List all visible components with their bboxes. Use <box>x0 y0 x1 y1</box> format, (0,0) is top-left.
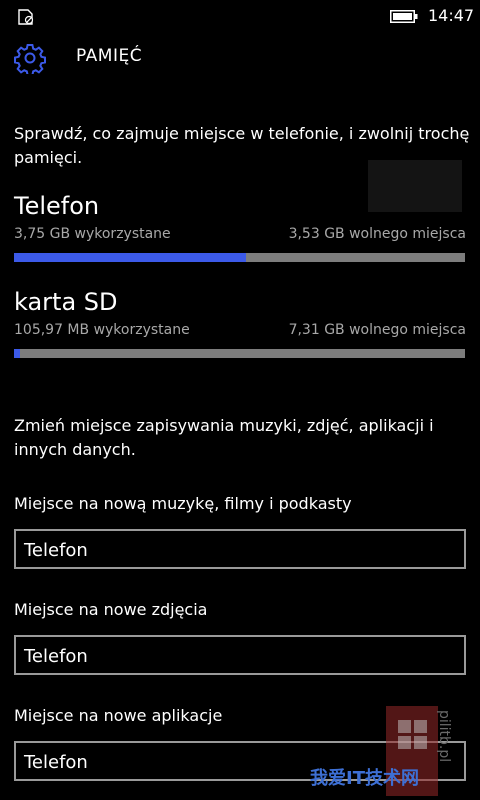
photos-location-value: Telefon <box>24 646 88 667</box>
usage-bar-fill-sd <box>14 349 21 358</box>
watermark-text: 我爱IT技术网 <box>310 768 419 789</box>
music-location-value: Telefon <box>24 540 88 561</box>
save-locations-description: Zmień miejsce zapisywania muzyki, zdjęć,… <box>14 416 434 459</box>
dark-placeholder <box>368 160 462 212</box>
music-location-select[interactable]: Telefon <box>14 529 466 569</box>
page-title: PAMIĘĆ <box>76 46 143 66</box>
storage-settings-screen: 14:47 PAMIĘĆ Sprawdź, co zajmuje miejsce… <box>0 0 480 800</box>
music-location-label: Miejsce na nową muzykę, filmy i podkasty <box>14 494 352 513</box>
drive-name-phone[interactable]: Telefon <box>14 192 99 220</box>
no-sim-icon <box>18 9 34 25</box>
usage-bar-fill-phone <box>14 253 247 262</box>
usage-bar-sd[interactable] <box>14 349 465 358</box>
drive-free-phone: 3,53 GB wolnego miejsca <box>288 226 466 242</box>
drive-name-sd[interactable]: karta SD <box>14 288 118 316</box>
photos-location-select[interactable]: Telefon <box>14 635 466 675</box>
drive-used-sd: 105,97 MB wykorzystane <box>14 322 190 338</box>
apps-location-value: Telefon <box>24 752 88 773</box>
drive-used-phone: 3,75 GB wykorzystane <box>14 226 171 242</box>
clock: 14:47 <box>428 6 475 25</box>
drive-free-sd: 7,31 GB wolnego miejsca <box>288 322 466 338</box>
apps-location-label: Miejsce na nowe aplikacje <box>14 706 223 725</box>
watermark-side-text: pilitb.pl <box>436 710 452 763</box>
page-header: PAMIĘĆ <box>0 32 480 84</box>
usage-bar-phone[interactable] <box>14 253 465 262</box>
photos-location-label: Miejsce na nowe zdjęcia <box>14 600 208 619</box>
status-bar: 14:47 <box>0 0 480 32</box>
windows-logo-icon <box>398 720 427 749</box>
battery-icon <box>390 10 418 23</box>
gear-icon[interactable] <box>14 42 46 74</box>
